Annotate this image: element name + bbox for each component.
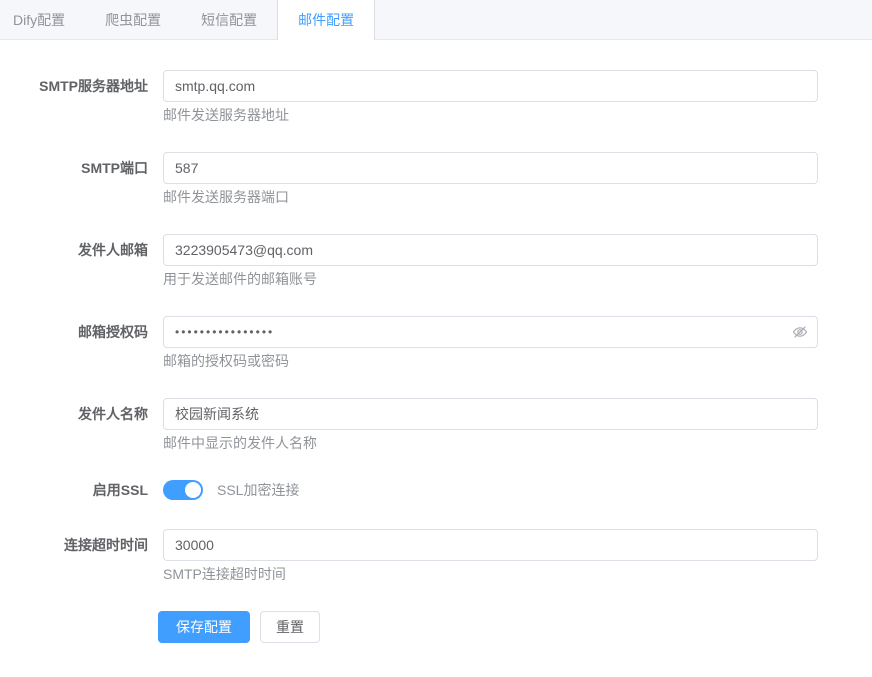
form-item-smtp-server: SMTP服务器地址 邮件发送服务器地址 [0,70,872,125]
tab-bar: Dify配置 爬虫配置 短信配置 邮件配置 [0,0,872,40]
timeout-input[interactable] [163,529,818,561]
reset-button[interactable]: 重置 [260,611,320,643]
timeout-hint: SMTP连接超时时间 [163,565,818,584]
smtp-port-label: SMTP端口 [0,152,163,207]
form-item-enable-ssl: 启用SSL SSL加密连接 [0,480,872,500]
sender-name-label: 发件人名称 [0,398,163,453]
timeout-label: 连接超时时间 [0,529,163,584]
form-item-sender-email: 发件人邮箱 用于发送邮件的邮箱账号 [0,234,872,289]
smtp-server-input[interactable] [163,70,818,102]
auth-code-label: 邮箱授权码 [0,316,163,371]
enable-ssl-label: 启用SSL [0,480,163,500]
tab-sms-config[interactable]: 短信配置 [181,0,277,40]
mail-config-page: Dify配置 爬虫配置 短信配置 邮件配置 SMTP服务器地址 邮件发送服务器地… [0,0,872,643]
form-item-sender-name: 发件人名称 邮件中显示的发件人名称 [0,398,872,453]
form-item-smtp-port: SMTP端口 邮件发送服务器端口 [0,152,872,207]
auth-code-hint: 邮箱的授权码或密码 [163,352,818,371]
ssl-toggle-description: SSL加密连接 [217,480,299,500]
tab-mail-config[interactable]: 邮件配置 [277,0,375,40]
smtp-server-label: SMTP服务器地址 [0,70,163,125]
tab-crawler-config[interactable]: 爬虫配置 [85,0,181,40]
sender-name-hint: 邮件中显示的发件人名称 [163,434,818,453]
mail-config-form: SMTP服务器地址 邮件发送服务器地址 SMTP端口 邮件发送服务器端口 发件人… [0,40,872,643]
ssl-toggle-switch[interactable] [163,480,203,500]
form-actions: 保存配置 重置 [0,611,872,643]
tab-dify-config[interactable]: Dify配置 [0,0,85,40]
eye-slash-icon[interactable] [792,324,808,340]
form-item-timeout: 连接超时时间 SMTP连接超时时间 [0,529,872,584]
form-item-auth-code: 邮箱授权码 邮箱的授权码或密码 [0,316,872,371]
smtp-port-hint: 邮件发送服务器端口 [163,188,818,207]
sender-name-input[interactable] [163,398,818,430]
toggle-knob [185,482,201,498]
sender-email-hint: 用于发送邮件的邮箱账号 [163,270,818,289]
sender-email-label: 发件人邮箱 [0,234,163,289]
sender-email-input[interactable] [163,234,818,266]
smtp-server-hint: 邮件发送服务器地址 [163,106,818,125]
save-config-button[interactable]: 保存配置 [158,611,250,643]
smtp-port-input[interactable] [163,152,818,184]
auth-code-input[interactable] [163,316,818,348]
